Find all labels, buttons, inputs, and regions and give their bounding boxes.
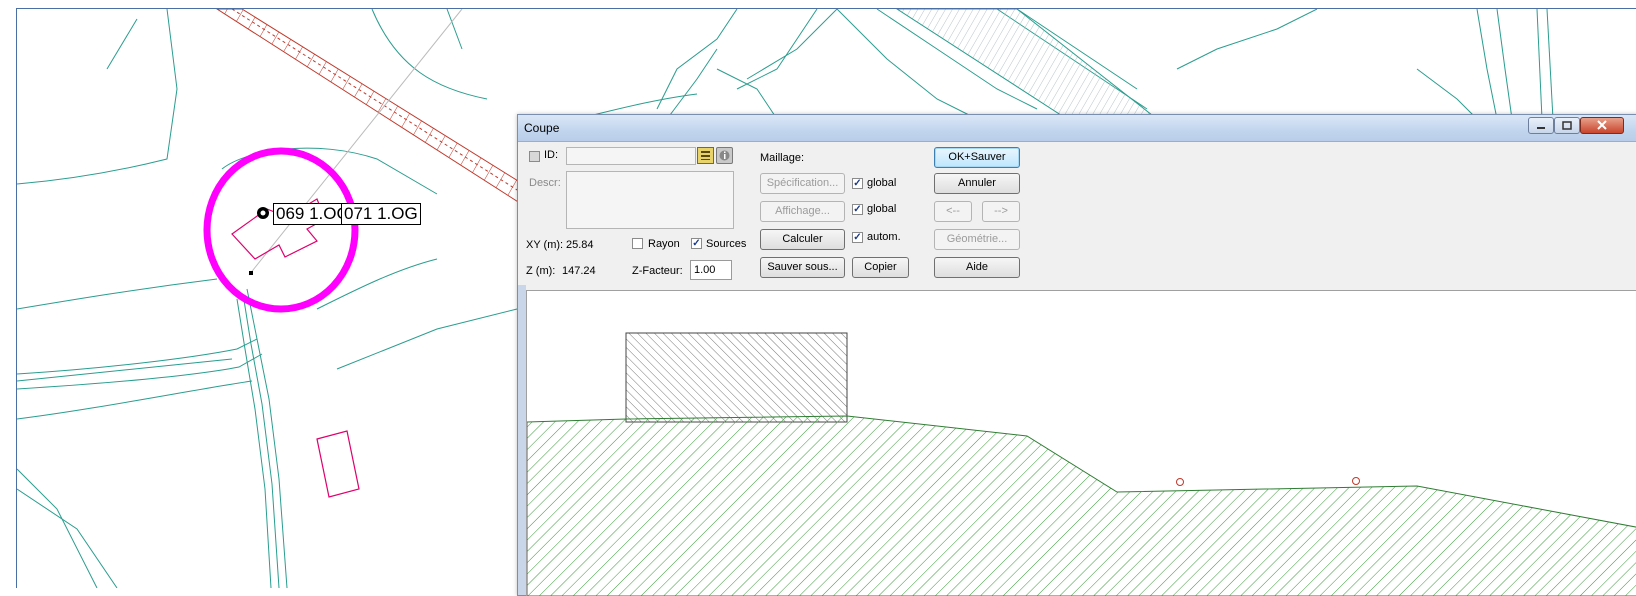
rayon-label: Rayon	[648, 238, 680, 250]
maximize-icon	[1562, 121, 1572, 130]
global-checkbox-2[interactable]: ✓	[852, 204, 863, 215]
section-view[interactable]	[526, 290, 1636, 596]
id-field[interactable]	[566, 147, 696, 165]
global-label-2: global	[867, 203, 897, 215]
specification-button[interactable]: Spécification...	[760, 173, 845, 194]
next-button[interactable]: -->	[982, 201, 1020, 222]
receiver-point[interactable]	[1176, 478, 1184, 486]
terrain-section	[527, 415, 1636, 596]
id-info-button[interactable]	[716, 147, 733, 164]
global-checkbox-1[interactable]: ✓	[852, 178, 863, 189]
xy-label: XY (m):	[526, 239, 564, 251]
list-icon	[701, 151, 710, 160]
geometrie-button[interactable]: Géométrie...	[934, 229, 1020, 250]
building-section	[625, 332, 848, 423]
zfacteur-input[interactable]: 1.00	[690, 260, 732, 280]
maximize-button[interactable]	[1554, 117, 1580, 134]
descr-label: Descr:	[529, 177, 561, 189]
sauver-sous-button[interactable]: Sauver sous...	[760, 257, 845, 278]
maillage-label: Maillage:	[760, 152, 805, 164]
close-icon	[1597, 120, 1607, 130]
minimize-button[interactable]	[1528, 117, 1554, 134]
info-icon	[719, 150, 730, 161]
coupe-dialog: Coupe ID: Descr: XY (m): 25.84 Rayon ✓ S…	[517, 114, 1636, 596]
close-button[interactable]	[1580, 117, 1624, 134]
section-drawing[interactable]	[527, 291, 1636, 596]
id-picker-button[interactable]	[697, 147, 714, 164]
z-value: 147.24	[562, 265, 596, 277]
minimize-icon	[1537, 127, 1545, 129]
sources-label: Sources	[706, 238, 747, 250]
autom-checkbox[interactable]: ✓	[852, 232, 863, 243]
sources-checkbox[interactable]: ✓	[691, 238, 702, 249]
autom-label: autom.	[867, 231, 901, 243]
map-label-071[interactable]: 071 1.OG	[341, 203, 421, 225]
copier-button[interactable]: Copier	[852, 257, 909, 278]
dialog-left-border	[518, 285, 526, 595]
dialog-titlebar[interactable]: Coupe	[518, 115, 1636, 142]
previous-button[interactable]: <--	[934, 201, 972, 222]
global-label-1: global	[867, 177, 897, 189]
receiver-point[interactable]	[1352, 477, 1360, 485]
dialog-title: Coupe	[524, 121, 560, 135]
z-label: Z (m):	[526, 265, 556, 277]
id-label: ID:	[544, 149, 559, 161]
calculer-button[interactable]: Calculer	[760, 229, 845, 250]
annuler-button[interactable]: Annuler	[934, 173, 1020, 194]
affichage-button[interactable]: Affichage...	[760, 201, 845, 222]
xy-value: 25.84	[566, 239, 594, 251]
id-checkbox[interactable]	[529, 151, 540, 162]
rayon-checkbox[interactable]	[632, 238, 643, 249]
aide-button[interactable]: Aide	[934, 257, 1020, 278]
ok-sauver-button[interactable]: OK+Sauver	[934, 147, 1020, 168]
zfacteur-label: Z-Facteur:	[632, 265, 683, 277]
descr-field[interactable]	[566, 171, 734, 229]
